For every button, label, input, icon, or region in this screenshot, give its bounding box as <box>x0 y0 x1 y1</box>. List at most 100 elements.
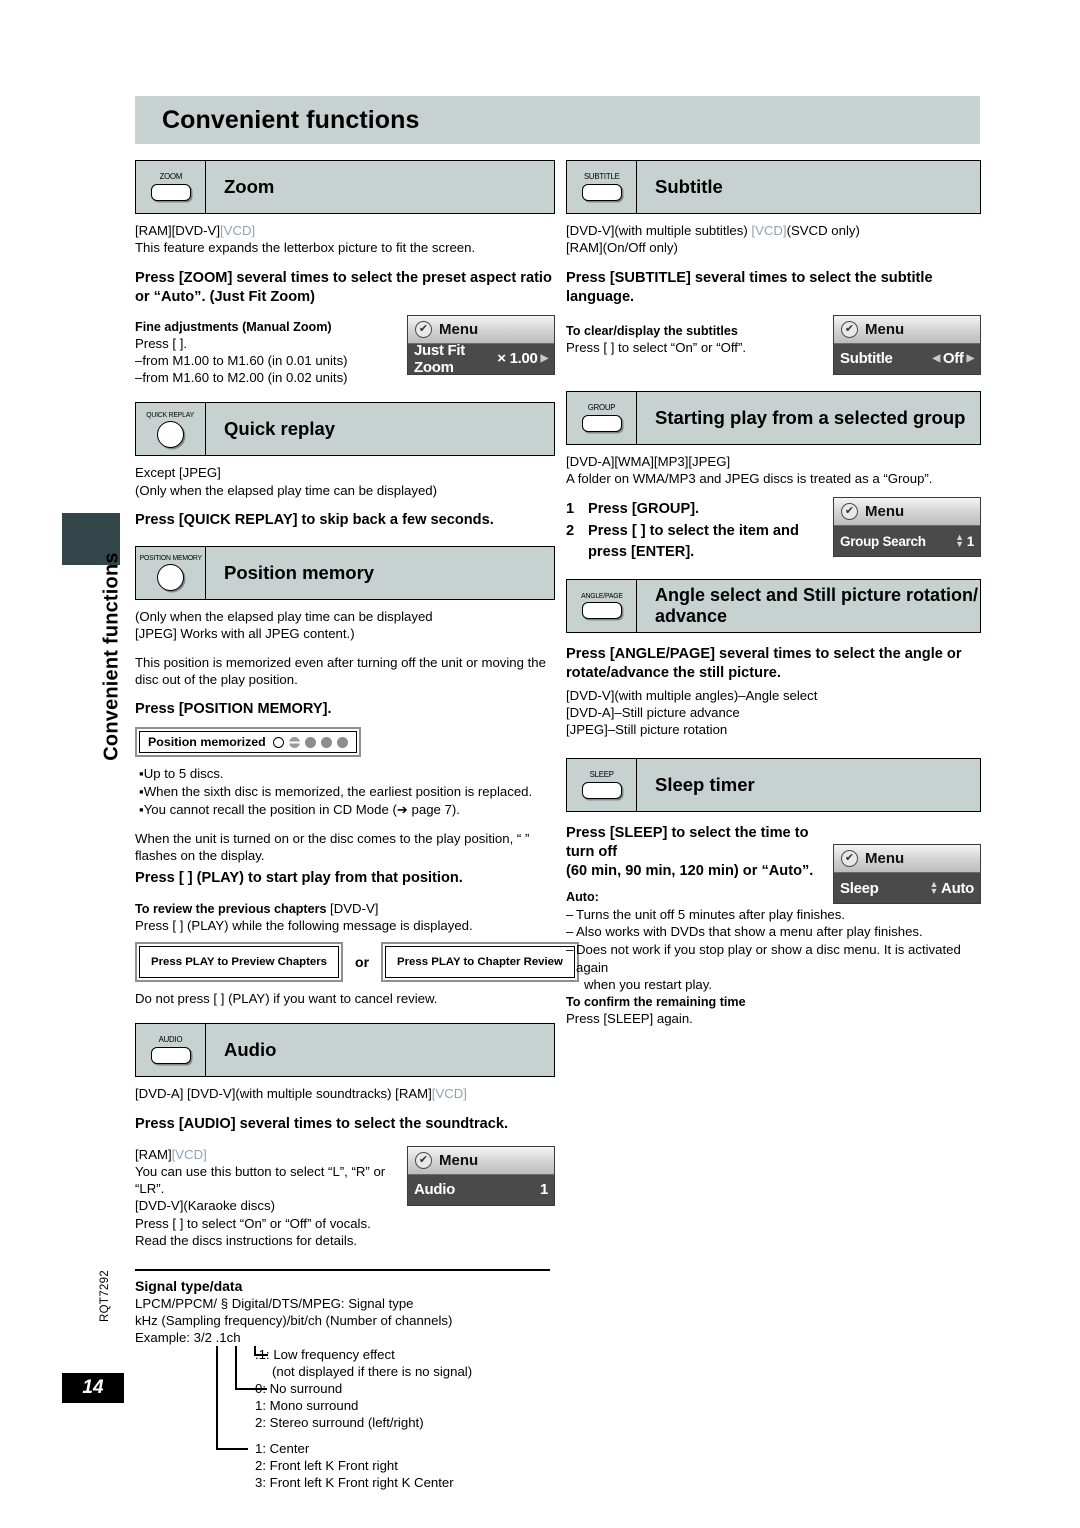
cancel-review-line: Do not press [ ] (PLAY) if you want to c… <box>135 991 438 1007</box>
right-column: SUBTITLE Subtitle [DVD-V](with multiple … <box>566 160 981 1027</box>
position-memory-note-1: (Only when the elapsed play time can be … <box>135 608 433 624</box>
signal-heading: Signal type/data <box>135 1277 243 1294</box>
list-item: 1 Press [GROUP]. <box>566 501 700 518</box>
sleep-auto-list: – Turns the unit off 5 minutes after play… <box>566 906 981 994</box>
position-memory-after-2: flashes on the display. <box>135 848 265 864</box>
signal-diagram: .1: Low frequency effect (not displayed … <box>135 1346 555 1490</box>
vertical-section-label: Convenient functions <box>100 552 123 761</box>
section-title-audio: Audio <box>224 1039 277 1061</box>
left-column: ZOOM Zoom [RAM][DVD-V][VCD] This feature… <box>135 160 579 1490</box>
subtitle-button-icon: SUBTITLE <box>567 161 637 213</box>
diagram-label: 3: Front left K Front right K Center <box>255 1475 454 1491</box>
osd-row: Audio 1 <box>408 1174 554 1205</box>
osd-row: Sleep ▲ ▼ Auto <box>834 873 980 904</box>
osd-group: ✔ Menu Group Search ▲ ▼ 1 <box>833 497 981 558</box>
message-chapter-review: Press PLAY to Chapter Review <box>381 942 579 983</box>
zoom-instruction-line2: or “Auto”. (Just Fit Zoom) <box>135 288 315 305</box>
section-title-position-memory: Position memory <box>224 561 375 583</box>
signal-line-1: LPCM/PPCM/ § Digital/DTS/MPEG: Signal ty… <box>135 1296 414 1312</box>
group-disc-tags: [DVD-A][WMA][MP3][JPEG] <box>566 453 731 469</box>
position-memory-instruction: Press [POSITION MEMORY]. <box>135 701 332 718</box>
disc-dot-4 <box>320 736 332 748</box>
angle-instruction-2: rotate/advance the still picture. <box>566 664 781 681</box>
section-quick-replay: QUICK REPLAY Quick replay <box>135 402 555 457</box>
osd-item-label: Sleep <box>840 879 879 897</box>
diagram-line-h-center <box>216 1448 248 1451</box>
list-item: 2 Press [ ] to select the item and press… <box>566 522 799 560</box>
section-group: GROUP Starting play from a selected grou… <box>566 390 981 445</box>
osd-row: Just Fit Zoom × 1.00 ▶ <box>408 342 554 376</box>
osd-item-label: Subtitle <box>840 350 893 368</box>
up-down-arrows-icon: ▲ ▼ <box>929 878 939 897</box>
review-line: Press [ ] (PLAY) while the following mes… <box>135 917 473 933</box>
remote-key-rect <box>581 414 622 432</box>
quick-replay-instruction: Press [QUICK REPLAY] to skip back a few … <box>135 511 494 528</box>
osd-header-title: Menu <box>439 320 479 338</box>
chevron-right-icon: ▶ <box>540 353 549 365</box>
osd-sleep: ✔ Menu Sleep ▲ ▼ Auto <box>833 844 981 905</box>
section-position-memory: POSITION MEMORY Position memory <box>135 545 555 600</box>
diagram-label: (not displayed if there is no signal) <box>272 1364 473 1380</box>
audio-disc-tags: [DVD-A] [DVD-V](with multiple soundtrack… <box>135 1086 467 1102</box>
osd-header: ✔ Menu <box>834 315 980 344</box>
audio-button-icon: AUDIO <box>136 1024 206 1077</box>
angle-item-3: [JPEG]–Still picture rotation <box>566 722 728 738</box>
remote-key-round <box>157 420 184 448</box>
section-title-subtitle: Subtitle <box>655 176 723 198</box>
osd-header: ✔ Menu <box>834 498 980 527</box>
osd-item-label: Audio <box>414 1181 455 1199</box>
sleep-confirm-line: Press [SLEEP] again. <box>566 1011 693 1027</box>
quick-replay-tag: Except [JPEG] <box>135 465 221 481</box>
osd-value: 1 <box>539 1181 548 1199</box>
audio-body-3: Press [ ] to select “On” or “Off” of voc… <box>135 1215 371 1231</box>
group-note: A folder on WMA/MP3 and JPEG discs is tr… <box>566 471 933 487</box>
message-preview-chapters: Press PLAY to Preview Chapters <box>135 942 344 983</box>
list-item: ▪You cannot recall the position in CD Mo… <box>139 801 460 817</box>
remote-key-rect <box>581 602 622 620</box>
position-memory-bullets: ▪Up to 5 discs. ▪When the sixth disc is … <box>135 765 555 818</box>
position-memory-play-instruction: Press [ ] (PLAY) to start play from that… <box>135 869 463 886</box>
list-item: ▪When the sixth disc is memorized, the e… <box>139 783 533 799</box>
menu-check-icon: ✔ <box>841 850 858 868</box>
angle-item-2: [DVD-A]–Still picture advance <box>566 704 740 720</box>
list-item: – Also works with DVDs that show a menu a… <box>566 924 923 940</box>
subtitle-instruction-2: language. <box>566 288 635 305</box>
position-memory-button-icon: POSITION MEMORY <box>136 546 206 599</box>
menu-check-icon: ✔ <box>415 1151 432 1169</box>
zoom-instruction-line1: Press [ZOOM] several times to select the… <box>135 269 552 286</box>
osd-header: ✔ Menu <box>834 845 980 874</box>
position-memory-after-1: When the unit is turned on or the disc c… <box>135 831 530 847</box>
remote-key-rect <box>150 1047 191 1065</box>
section-sleep-timer: SLEEP Sleep timer <box>566 758 981 813</box>
review-heading: To review the previous chapters [DVD-V] <box>135 900 379 916</box>
osd-zoom: ✔ Menu Just Fit Zoom × 1.00 ▶ <box>407 314 555 376</box>
remote-key-round <box>157 564 184 592</box>
chapter-review-messages: Press PLAY to Preview Chapters or Press … <box>135 942 579 983</box>
audio-body-4: Read the discs instructions for details. <box>135 1232 358 1248</box>
osd-value: Auto <box>941 879 974 897</box>
list-item: ▪Up to 5 discs. <box>139 766 224 782</box>
osd-value-group: ▲ ▼ 1 <box>955 531 974 550</box>
section-angle-page: ANGLE/PAGE Angle select and Still pictur… <box>566 578 981 633</box>
section-title-sleep-timer: Sleep timer <box>655 774 755 796</box>
menu-check-icon: ✔ <box>841 320 858 338</box>
section-audio: AUDIO Audio <box>135 1023 555 1078</box>
display-position-memorized: Position memorized <box>135 727 361 758</box>
osd-item-label: Group Search <box>840 533 926 549</box>
osd-value-group: × 1.00 ▶ <box>497 350 548 367</box>
chevron-left-icon: ◀ <box>932 353 940 365</box>
manual-page: Convenient functions RQT7292 14 Convenie… <box>0 0 1080 1528</box>
section-subtitle: SUBTITLE Subtitle <box>566 160 981 214</box>
diagram-line-vertical-mid <box>235 1346 237 1391</box>
sleep-confirm-heading: To confirm the remaining time <box>566 994 746 1009</box>
group-button-icon: GROUP <box>567 391 637 444</box>
subtitle-disc-tags: [DVD-V](with multiple subtitles) [VCD](S… <box>566 223 860 238</box>
page-title-banner: Convenient functions <box>135 96 980 144</box>
list-item: – Turns the unit off 5 minutes after play… <box>566 906 846 922</box>
up-down-arrows-icon: ▲ ▼ <box>955 531 964 550</box>
page-title: Convenient functions <box>162 105 420 134</box>
list-item: – Does not work if you stop play or show … <box>566 941 961 993</box>
diagram-line-vertical-outer <box>216 1346 218 1451</box>
osd-value: × 1.00 <box>497 350 538 368</box>
osd-value-group: ▲ ▼ Auto <box>929 878 974 897</box>
